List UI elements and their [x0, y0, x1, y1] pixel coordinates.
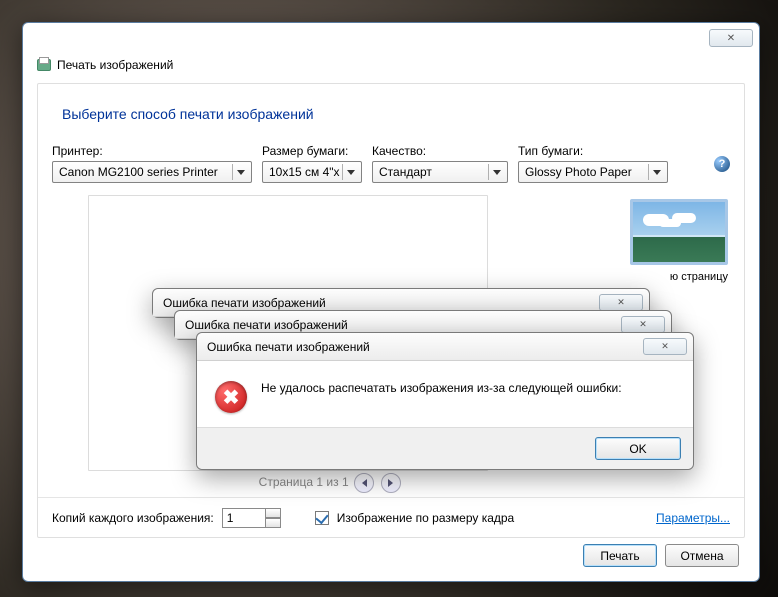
paper-type-select[interactable]: Glossy Photo Paper	[518, 161, 668, 183]
copies-label: Копий каждого изображения:	[52, 511, 214, 525]
error-ok-button[interactable]: OK	[595, 437, 681, 460]
print-options-row: Принтер: Canon MG2100 series Printer Раз…	[38, 144, 744, 183]
dialog-footer: Печать Отмена	[583, 544, 739, 567]
quality-select[interactable]: Стандарт	[372, 161, 508, 183]
window-titlebar: ✕	[23, 23, 759, 53]
copies-decrement-button[interactable]	[265, 518, 281, 528]
printer-select[interactable]: Canon MG2100 series Printer	[52, 161, 252, 183]
quality-value: Стандарт	[379, 165, 432, 179]
error-dialog: Ошибка печати изображений ✕ ✖ Не удалось…	[196, 332, 694, 470]
dialog-close-button[interactable]: ✕	[643, 338, 687, 355]
layout-thumbnail[interactable]	[630, 199, 728, 265]
paper-size-value: 10x15 см 4"x	[269, 165, 340, 179]
copies-input[interactable]	[222, 508, 266, 528]
error-dialog-title: Ошибка печати изображений	[207, 340, 370, 354]
parameters-link[interactable]: Параметры...	[656, 511, 730, 525]
print-button[interactable]: Печать	[583, 544, 657, 567]
error-icon: ✖	[215, 381, 247, 413]
copies-increment-button[interactable]	[265, 508, 281, 518]
paper-type-label: Тип бумаги:	[518, 144, 668, 158]
error-message: Не удалось распечатать изображения из-за…	[261, 381, 622, 413]
print-pictures-icon	[35, 57, 51, 73]
paper-size-label: Размер бумаги:	[262, 144, 362, 158]
window-close-button[interactable]: ✕	[709, 29, 753, 47]
next-page-button[interactable]	[381, 473, 401, 493]
dialog-close-button[interactable]: ✕	[621, 316, 665, 333]
chevron-down-icon	[342, 164, 358, 180]
printer-label: Принтер:	[52, 144, 252, 158]
error-dialog-title: Ошибка печати изображений	[185, 318, 348, 332]
dialog-close-button[interactable]: ✕	[599, 294, 643, 311]
paper-size-select[interactable]: 10x15 см 4"x	[262, 161, 362, 183]
quality-label: Качество:	[372, 144, 508, 158]
fit-to-frame-checkbox[interactable]	[315, 511, 329, 525]
copies-spinner	[222, 508, 281, 528]
page-indicator: Страница 1 из 1	[259, 475, 349, 489]
fit-to-frame-label: Изображение по размеру кадра	[337, 511, 514, 525]
page-navigation: Страница 1 из 1	[38, 473, 624, 493]
chevron-down-icon	[648, 164, 664, 180]
prev-page-button[interactable]	[354, 473, 374, 493]
window-header: Печать изображений	[23, 53, 759, 83]
paper-type-value: Glossy Photo Paper	[525, 165, 632, 179]
window-title: Печать изображений	[57, 58, 173, 72]
bottom-options-row: Копий каждого изображения: Изображение п…	[38, 497, 744, 537]
layout-option-label: ю страницу	[624, 271, 734, 283]
printer-value: Canon MG2100 series Printer	[59, 165, 218, 179]
error-dialog-title: Ошибка печати изображений	[163, 296, 326, 310]
chevron-down-icon	[232, 164, 248, 180]
help-icon[interactable]: ?	[714, 156, 730, 172]
cancel-button[interactable]: Отмена	[665, 544, 739, 567]
chevron-down-icon	[488, 164, 504, 180]
page-heading: Выберите способ печати изображений	[38, 84, 744, 144]
